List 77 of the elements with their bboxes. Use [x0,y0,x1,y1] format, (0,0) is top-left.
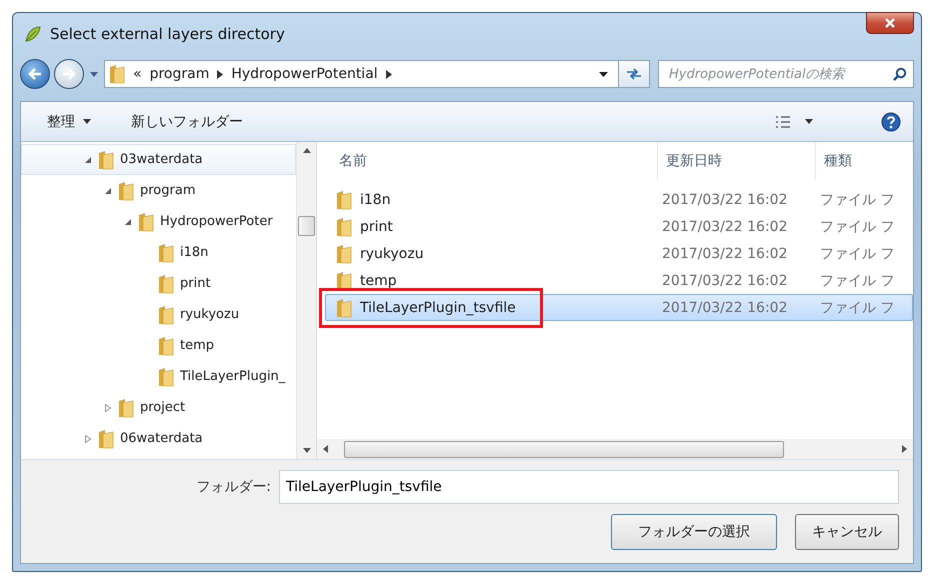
expanded-arrow-icon[interactable] [104,186,112,194]
folder-icon [158,336,174,356]
scroll-left-icon[interactable] [323,445,328,453]
folder-icon [336,298,352,318]
folder-icon [138,212,154,232]
close-icon[interactable] [884,18,896,28]
dropdown-caret-icon[interactable] [599,72,608,76]
close-button[interactable] [866,12,914,34]
view-options-button[interactable] [773,116,815,128]
folder-icon [336,244,352,264]
folder-icon [158,366,174,386]
folder-icon [109,64,125,84]
collapsed-arrow-icon[interactable] [104,404,112,412]
cancel-button[interactable]: キャンセル [795,514,899,550]
leaf-icon [24,25,42,43]
breadcrumb-overflow[interactable]: « [133,66,142,82]
forward-button[interactable] [54,59,84,89]
tree-item[interactable]: project [21,392,296,423]
scroll-down-icon[interactable] [302,448,310,453]
expanded-arrow-icon[interactable] [124,218,132,226]
history-dropdown[interactable] [88,72,100,76]
list-view-icon[interactable] [775,116,791,128]
address-bar[interactable]: « program HydropowerPotential [104,60,619,88]
file-row[interactable]: print 2017/03/22 16:02 ファイル フ [325,213,913,240]
file-row[interactable]: i18n 2017/03/22 16:02 ファイル フ [325,186,913,213]
caret-icon[interactable] [83,119,91,124]
chevron-icon[interactable] [386,70,392,78]
tree-item[interactable]: i18n [21,237,296,268]
file-row[interactable]: temp 2017/03/22 16:02 ファイル フ [325,267,913,294]
search-field[interactable]: HydropowerPotentialの検索 [658,60,914,88]
folder-input[interactable]: TileLayerPlugin_tsvfile [279,470,899,504]
folder-icon [158,242,174,262]
search-icon[interactable] [893,67,907,81]
file-row[interactable]: TileLayerPlugin_tsvfile 2017/03/22 16:02 ファイル フ [325,294,913,321]
breadcrumb[interactable]: HydropowerPotential [231,66,378,82]
column-header[interactable]: 種類 [815,142,913,180]
tree-item[interactable]: print [21,268,296,299]
help-icon[interactable] [881,112,901,132]
tree-item[interactable]: HydropowerPoter [21,206,296,237]
new-folder-button[interactable]: 新しいフォルダー [129,108,245,134]
folder-label: フォルダー: [196,478,271,496]
refresh-button[interactable] [618,60,650,88]
refresh-arrows-icon[interactable] [626,68,642,80]
scroll-up-icon[interactable] [302,148,310,153]
back-arrow-icon[interactable] [27,67,43,81]
scroll-thumb[interactable] [298,216,315,236]
tree-item[interactable]: 03waterdata [21,144,296,175]
tree-item[interactable]: program [21,175,296,206]
folder-icon [158,274,174,294]
tree-item[interactable]: ryukyozu [21,299,296,330]
tree-item[interactable]: 06waterdata [21,423,296,454]
collapsed-arrow-icon[interactable] [84,434,92,442]
window-title: Select external layers directory [50,25,285,43]
folder-icon [98,150,114,170]
file-row[interactable]: ryukyozu 2017/03/22 16:02 ファイル フ [325,240,913,267]
horizontal-scrollbar[interactable] [317,439,913,459]
folder-icon [158,304,174,324]
expanded-arrow-icon[interactable] [84,156,92,164]
organize-menu[interactable]: 整理 [45,108,93,134]
folder-icon [336,270,352,290]
column-header[interactable]: 名前 [317,142,657,180]
folder-icon [336,216,352,236]
tree-item[interactable]: TileLayerPlugin_ [21,361,296,392]
folder-icon [98,428,114,448]
select-folder-button[interactable]: フォルダーの選択 [611,514,777,550]
folder-icon [118,398,134,418]
caret-icon[interactable] [805,119,813,124]
back-button[interactable] [20,59,50,89]
column-header[interactable]: 更新日時 [657,142,815,180]
vertical-scrollbar[interactable] [296,142,316,459]
breadcrumb[interactable]: program [150,66,210,82]
tree-item[interactable]: temp [21,330,296,361]
folder-icon [118,180,134,200]
scroll-thumb[interactable] [344,440,784,458]
chevron-icon[interactable] [217,70,224,78]
folder-icon [336,190,352,210]
scroll-right-icon[interactable] [902,445,907,453]
